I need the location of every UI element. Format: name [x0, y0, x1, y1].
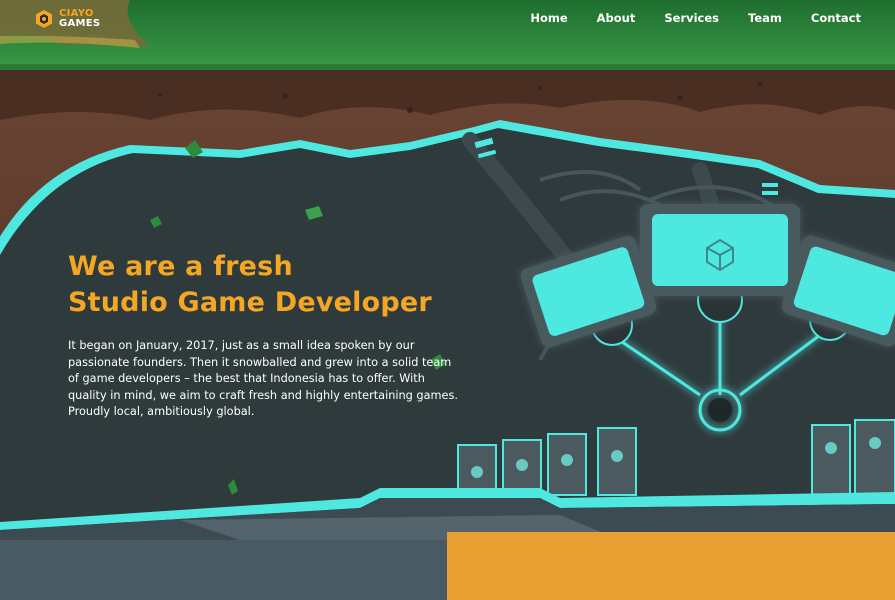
site-header: CIAYO GAMES Home About Services Team Con…: [0, 0, 895, 68]
nav-contact[interactable]: Contact: [811, 11, 861, 25]
nav-home[interactable]: Home: [530, 11, 567, 25]
ciayo-logo-icon: [36, 10, 52, 28]
footer-orange-block: [447, 532, 895, 600]
main-nav: Home About Services Team Contact: [530, 11, 861, 25]
logo-bottom-text: GAMES: [59, 18, 101, 29]
nav-services[interactable]: Services: [664, 11, 719, 25]
hero-title-line-1: We are a fresh: [68, 251, 293, 282]
hero-title: We are a fresh Studio Game Developer: [68, 249, 468, 321]
logo[interactable]: CIAYO GAMES: [34, 7, 100, 31]
footer-slate-block: [0, 540, 447, 600]
hero-description: It began on January, 2017, just as a sma…: [68, 339, 458, 419]
hero-title-line-2: Studio Game Developer: [68, 287, 432, 318]
nav-team[interactable]: Team: [748, 11, 782, 25]
nav-about[interactable]: About: [597, 11, 636, 25]
logo-text: CIAYO GAMES: [59, 9, 100, 29]
hero-section: We are a fresh Studio Game Developer It …: [68, 249, 468, 421]
